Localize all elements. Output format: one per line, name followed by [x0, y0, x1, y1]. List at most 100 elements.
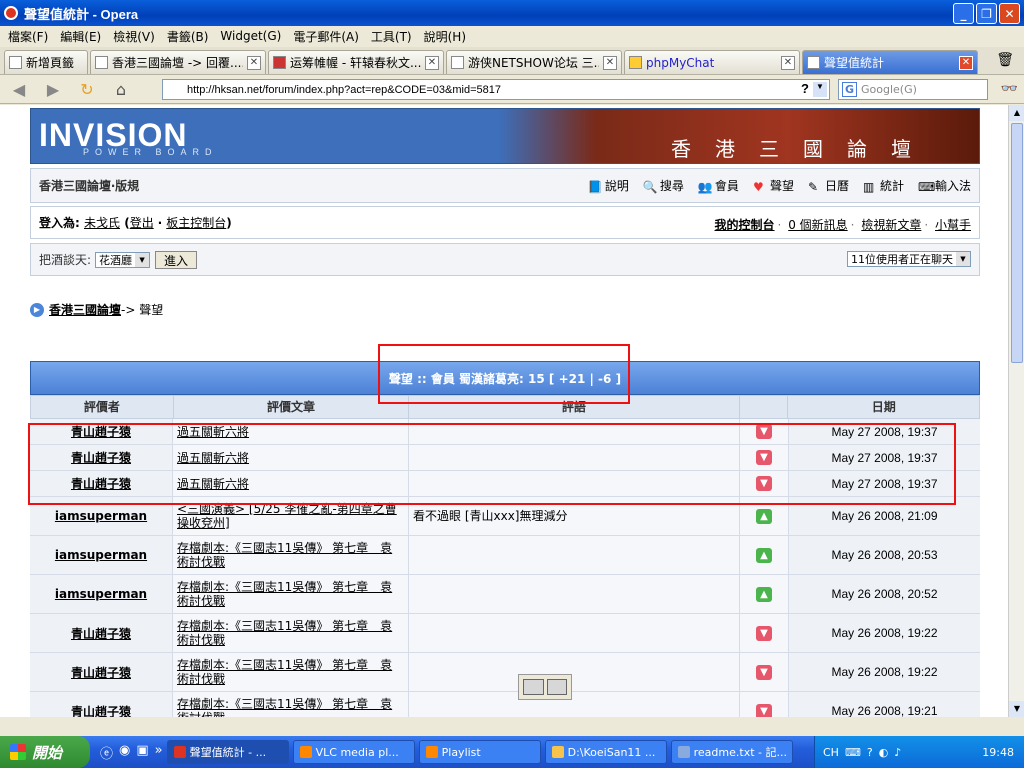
app-icon[interactable]: ▣ — [136, 743, 148, 762]
task-vlc[interactable]: VLC media pl... — [292, 740, 415, 764]
start-button[interactable]: 開始 — [0, 736, 90, 768]
ie-icon[interactable]: ⓔ — [100, 743, 113, 762]
page-icon — [807, 56, 820, 69]
system-tray: CH ⌨ ? ◐ ♪ 19:48 — [814, 736, 1024, 768]
date-cell: May 26 2008, 19:22 — [789, 614, 980, 652]
rater-link[interactable]: iamsuperman — [30, 575, 173, 613]
close-tab-icon[interactable]: ✕ — [247, 55, 261, 70]
keyboard-icon[interactable]: ⌨ — [845, 746, 861, 759]
menu-mail[interactable]: 電子郵件(A) — [289, 28, 367, 45]
new-posts-link[interactable]: 檢視新文章 — [861, 218, 921, 232]
forum-title-link[interactable]: 香港三國論壇‧版規 — [39, 177, 139, 194]
task-folder[interactable]: D:\KoeiSan11 ... — [544, 740, 667, 764]
trash-icon[interactable]: 🗑 — [996, 52, 1014, 68]
rater-link[interactable]: 青山趙子猿 — [30, 692, 173, 717]
close-tab-icon[interactable]: ✕ — [781, 55, 795, 70]
vlc-icon — [425, 746, 438, 758]
nav-members[interactable]: 👥 會員 — [698, 177, 739, 194]
highlight-box-header — [378, 344, 630, 404]
helper-link[interactable]: 小幫手 — [935, 218, 971, 232]
tab-phpmychat[interactable]: phpMyChat ✕ — [624, 50, 800, 74]
ime-indicator[interactable]: CH — [823, 746, 839, 759]
task-playlist[interactable]: Playlist — [418, 740, 541, 764]
comment-cell — [409, 575, 740, 613]
task-opera[interactable]: 聲望值統計 - ... — [166, 740, 289, 764]
chevron-right-icon[interactable]: » — [155, 743, 163, 762]
reload-icon[interactable]: ↻ — [74, 80, 100, 99]
article-link[interactable]: 存檔劇本:《三國志11吳傳》 第七章 袁術討伐戰 — [173, 575, 409, 613]
scroll-thumb[interactable] — [1011, 123, 1023, 363]
nav-help[interactable]: 📘 說明 — [588, 177, 629, 194]
date-cell: May 26 2008, 20:52 — [789, 575, 980, 613]
chat-users-select[interactable]: 11位使用者正在聊天 ▼ — [847, 251, 971, 267]
task-notepad[interactable]: readme.txt - 記... — [670, 740, 793, 764]
chat-label: 把酒談天: — [39, 253, 92, 267]
menu-tools[interactable]: 工具(T) — [367, 28, 420, 45]
volume-icon[interactable]: ♪ — [894, 746, 901, 759]
nav-ime[interactable]: ⌨ 輸入法 — [918, 177, 971, 194]
minimize-button[interactable]: _ — [953, 3, 974, 24]
rater-link[interactable]: iamsuperman — [30, 536, 173, 574]
logout-link[interactable]: 登出 — [130, 216, 154, 230]
menu-bookmarks[interactable]: 書籤(B) — [163, 28, 217, 45]
rater-link[interactable]: 青山趙子猿 — [30, 614, 173, 652]
col-rater: 評價者 — [31, 396, 174, 418]
tab-netshow[interactable]: 游侠NETSHOW论坛 三... ✕ — [446, 50, 622, 74]
chevron-down-icon[interactable]: ▼ — [813, 82, 827, 97]
close-tab-icon[interactable]: ✕ — [603, 55, 617, 70]
user-links: 我的控制台 · 0 個新訊息 · 檢視新文章 · 小幫手 — [714, 218, 971, 232]
article-link[interactable]: 存檔劇本:《三國志11吳傳》 第七章 袁術討伐戰 — [173, 653, 409, 691]
windows-taskbar: 開始 ⓔ ◉ ▣ » 聲望值統計 - ... VLC media pl... P… — [0, 736, 1024, 768]
help-icon[interactable]: ? — [867, 746, 873, 759]
menu-edit[interactable]: 編輯(E) — [56, 28, 109, 45]
members-icon: 👥 — [697, 179, 713, 194]
search-input[interactable]: G Google(G) — [838, 79, 988, 100]
tab-reputation[interactable]: 聲望值統計 ✕ — [802, 50, 978, 74]
nav-calendar[interactable]: ✎ 日曆 — [808, 177, 849, 194]
folder-icon — [551, 746, 564, 758]
banner-title: 香港三國論壇 — [671, 137, 935, 161]
glasses-icon[interactable]: 👓 — [1001, 81, 1018, 97]
back-arrow-icon[interactable]: ◀ — [6, 80, 32, 99]
tab-hksan-reply[interactable]: 香港三國論壇 -> 回覆..... ✕ — [90, 50, 266, 74]
rater-link[interactable]: 青山趙子猿 — [30, 653, 173, 691]
firefox-icon[interactable]: ◉ — [119, 743, 130, 762]
article-link[interactable]: 存檔劇本:《三國志11吳傳》 第七章 袁術討伐戰 — [173, 536, 409, 574]
menu-widget[interactable]: Widget(G) — [216, 29, 289, 43]
vertical-scrollbar[interactable]: ▲ ▼ — [1008, 105, 1024, 717]
admin-panel-link[interactable]: 板主控制台 — [166, 216, 226, 230]
tab-xuanyuan[interactable]: 运筹帷幄 - 轩辕春秋文... ✕ — [268, 50, 444, 74]
restore-button[interactable]: ❐ — [976, 3, 997, 24]
scroll-down-icon[interactable]: ▼ — [1009, 701, 1024, 717]
nav-stats[interactable]: ▥ 統計 — [863, 177, 904, 194]
messages-link[interactable]: 0 個新訊息 — [788, 218, 847, 232]
tab-bar: 新增頁籤 香港三國論壇 -> 回覆..... ✕ 运筹帷幄 - 轩辕春秋文...… — [0, 47, 1024, 75]
nav-search[interactable]: 🔍 搜尋 — [643, 177, 684, 194]
close-tab-icon[interactable]: ✕ — [959, 55, 973, 70]
chat-room-select[interactable]: 花酒廳 ▼ — [95, 251, 151, 268]
menu-file[interactable]: 檔案(F) — [4, 28, 56, 45]
menu-view[interactable]: 檢視(V) — [109, 28, 163, 45]
help-icon[interactable]: ? — [801, 81, 809, 96]
window-titlebar: 聲望值統計 - Opera _ ❐ ✕ — [0, 0, 1024, 26]
my-panel-link[interactable]: 我的控制台 — [715, 218, 775, 232]
address-field[interactable]: http://hksan.net/forum/index.php?act=rep… — [162, 79, 830, 100]
breadcrumb-home[interactable]: 香港三國論壇 — [49, 301, 121, 318]
article-link[interactable]: 存檔劇本:《三國志11吳傳》 第七章 袁術討伐戰 — [173, 614, 409, 652]
floating-window-widget[interactable] — [518, 674, 572, 700]
calendar-icon: ✎ — [807, 179, 819, 194]
nav-reputation[interactable]: ♥ 聲望 — [753, 177, 794, 194]
vlc-icon — [299, 746, 312, 758]
forward-arrow-icon[interactable]: ▶ — [40, 80, 66, 99]
tab-new[interactable]: 新增頁籤 — [4, 50, 88, 74]
network-icon[interactable]: ◐ — [879, 746, 889, 759]
close-tab-icon[interactable]: ✕ — [425, 55, 439, 70]
home-icon[interactable]: ⌂ — [108, 80, 134, 99]
scroll-up-icon[interactable]: ▲ — [1009, 105, 1024, 121]
user-link[interactable]: 未戈氏 — [84, 216, 120, 230]
menu-help[interactable]: 說明(H) — [420, 28, 474, 45]
enter-chat-button[interactable]: 進入 — [155, 250, 198, 269]
opera-icon — [4, 6, 18, 20]
article-link[interactable]: 存檔劇本:《三國志11吳傳》 第七章 袁術討伐戰 — [173, 692, 409, 717]
close-window-button[interactable]: ✕ — [999, 3, 1020, 24]
